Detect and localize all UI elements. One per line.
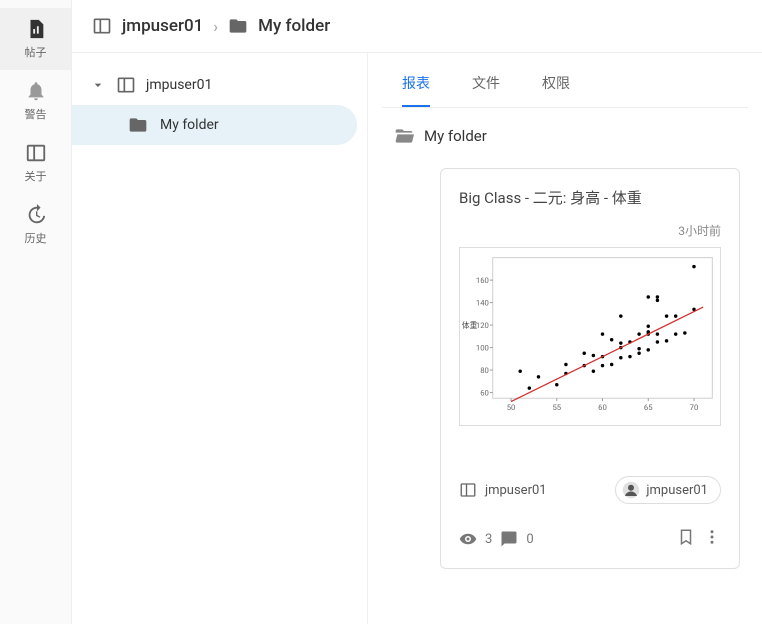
folder-icon — [228, 16, 248, 36]
panel-icon — [92, 16, 112, 36]
bell-icon — [25, 80, 47, 102]
svg-text:140: 140 — [476, 299, 489, 308]
avatar-icon — [622, 481, 640, 499]
bookmark-button[interactable] — [677, 528, 695, 550]
rail-item-posts[interactable]: 帖子 — [0, 8, 71, 70]
breadcrumb-folder[interactable]: My folder — [258, 16, 330, 36]
svg-text:60: 60 — [598, 403, 607, 412]
svg-text:60: 60 — [480, 388, 489, 397]
eye-icon — [459, 530, 477, 548]
svg-text:120: 120 — [476, 321, 489, 330]
tree-child-label: My folder — [160, 117, 219, 133]
rail-item-history[interactable]: 历史 — [0, 194, 71, 256]
rail-label: 关于 — [25, 168, 47, 184]
owner-user: jmpuser01 — [646, 483, 708, 498]
document-chart-icon — [25, 18, 47, 40]
view-count: 3 — [485, 532, 492, 547]
svg-text:体重: 体重 — [462, 320, 478, 330]
svg-text:100: 100 — [476, 343, 489, 352]
svg-text:160: 160 — [476, 276, 489, 285]
breadcrumb: jmpuser01 › My folder — [72, 0, 762, 53]
scatter-chart: 60 80 100 120 140 160 50 55 60 65 70 体重 — [460, 248, 720, 421]
tree-child-myfolder[interactable]: My folder — [72, 105, 357, 145]
tab-permissions[interactable]: 权限 — [542, 73, 570, 107]
breadcrumb-root[interactable]: jmpuser01 — [122, 16, 203, 36]
more-menu-button[interactable] — [703, 528, 721, 550]
chart-thumbnail: 60 80 100 120 140 160 50 55 60 65 70 体重 — [459, 247, 721, 426]
panel-icon — [459, 481, 477, 499]
card-footer: 3 0 — [459, 514, 721, 550]
panel-icon — [25, 142, 47, 164]
caret-down-icon — [90, 77, 106, 93]
tabs: 报表 文件 权限 — [382, 53, 748, 108]
owner-chip[interactable]: jmpuser01 — [615, 476, 721, 504]
card-meta: jmpuser01 jmpuser01 — [459, 476, 721, 504]
rail-item-about[interactable]: 关于 — [0, 132, 71, 194]
svg-text:55: 55 — [552, 403, 561, 412]
svg-text:50: 50 — [507, 403, 516, 412]
chevron-right-icon: › — [213, 17, 218, 36]
tree-pane: jmpuser01 My folder — [72, 53, 367, 624]
card-timestamp: 3小时前 — [459, 222, 721, 239]
report-card[interactable]: Big Class - 二元: 身高 - 体重 3小时前 60 80 100 120 1… — [440, 168, 740, 569]
right-pane: 报表 文件 权限 My folder Big Class - 二元: 身高 - … — [367, 53, 762, 624]
svg-text:80: 80 — [480, 366, 489, 375]
folder-header: My folder — [382, 108, 748, 156]
comment-count: 0 — [526, 532, 533, 547]
svg-text:65: 65 — [644, 403, 653, 412]
rail-item-alerts[interactable]: 警告 — [0, 70, 71, 132]
history-icon — [25, 204, 47, 226]
tab-reports[interactable]: 报表 — [402, 73, 430, 107]
content-split: jmpuser01 My folder 报表 文件 权限 My folder B… — [72, 53, 762, 624]
tab-files[interactable]: 文件 — [472, 73, 500, 107]
tree-root[interactable]: jmpuser01 — [72, 65, 367, 105]
svg-text:70: 70 — [690, 403, 699, 412]
tree-root-label: jmpuser01 — [146, 77, 212, 93]
owner-space: jmpuser01 — [485, 483, 547, 498]
card-title: Big Class - 二元: 身高 - 体重 — [459, 187, 721, 208]
nav-rail: 帖子 警告 关于 历史 — [0, 0, 72, 624]
rail-label: 帖子 — [25, 44, 47, 60]
comment-icon — [500, 530, 518, 548]
rail-label: 警告 — [25, 106, 47, 122]
rail-label: 历史 — [25, 230, 47, 246]
folder-open-icon — [394, 126, 414, 146]
panel-icon — [116, 75, 136, 95]
main-area: jmpuser01 › My folder jmpuser01 My folde… — [72, 0, 762, 624]
folder-header-label: My folder — [424, 127, 487, 145]
folder-icon — [128, 115, 148, 135]
